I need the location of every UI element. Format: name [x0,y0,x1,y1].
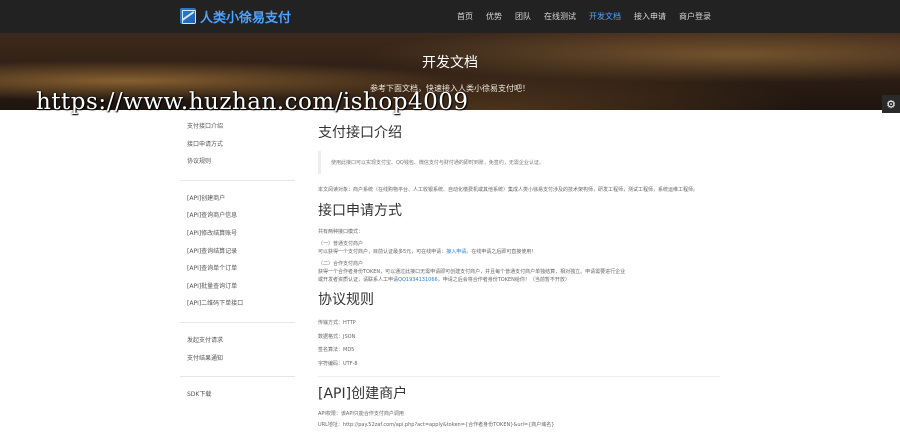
apply-link[interactable]: 接入申请 [446,249,466,255]
section-title-intro: 支付接口介绍 [318,125,402,141]
mode2-title: （二）合作支付商户 [318,261,364,267]
section-title-apply: 接口申请方式 [318,203,402,219]
nav-apply[interactable]: 接入申请 [634,11,666,22]
sidebar-item-pay-request[interactable]: 发起支付请求 [180,332,295,350]
intro-quote: 使用此接口可以实现支付宝、QQ钱包、微信支付与财付通的即时到账，免签约，无需企业… [318,151,723,174]
sidebar-item-api-query-settle[interactable]: [API]查询结算记录 [180,243,295,261]
nav-advantages[interactable]: 优势 [486,11,502,22]
mode1-text: 可以获得一个支付商户，目前认证最多5元，可在线申请：接入申请。在线申请之后即可直… [318,249,537,255]
sidebar-item-pay-notify[interactable]: 支付结果通知 [180,350,295,368]
nav-home[interactable]: 首页 [457,11,473,22]
sidebar-item-api-batch-orders[interactable]: [API]批量查询订单 [180,278,295,296]
protocol-rule: 签名算法：MD5 [318,347,355,353]
sidebar-item-apply-method[interactable]: 接口申请方式 [180,136,295,154]
protocol-rule: 传输方式：HTTP [318,320,356,326]
sidebar-divider [180,376,295,378]
nav-team[interactable]: 团队 [515,11,531,22]
sidebar-item-sdk[interactable]: SDK下载 [180,386,295,404]
main-nav: 首页 优势 团队 在线测试 开发文档 接入申请 商户登录 [457,0,724,33]
sidebar-item-api-create[interactable]: [API]创建商户 [180,190,295,208]
sidebar-item-intro[interactable]: 支付接口介绍 [180,118,295,136]
top-navbar: 人类小徐易支付 首页 优势 团队 在线测试 开发文档 接入申请 商户登录 [0,0,900,33]
mode1-title: （一）普通支付商户 [318,241,364,247]
gear-icon[interactable]: ⚙ [882,95,900,113]
nav-online-test[interactable]: 在线测试 [544,11,576,22]
sidebar-item-api-modify-account[interactable]: [API]修改结算账号 [180,225,295,243]
section-divider [318,376,720,377]
intro-paragraph: 本文阅读对象：商户系统（在线购物平台、人工收银系统、自动化缴费机或其他系统）集成… [318,187,699,193]
section-title-api-create: [API]创建商户 [318,386,408,402]
api-permission: API权限：该API只能合作支付商户调用 [318,411,404,417]
hero-banner: 开发文档 参考下面文档，快速接入人类小徐易支付吧！ https://www.hu… [0,33,900,115]
pay-logo-icon [180,8,196,24]
section-title-protocol: 协议规则 [318,292,374,308]
qq-link[interactable]: QQ1934131066 [398,277,438,283]
mode2-text-1: 获得一个合作者身份TOKEN，可以通过此接口无需申请即可创建支付商户，并且每个普… [318,269,626,275]
nav-merchant-login[interactable]: 商户登录 [679,11,711,22]
brand-name: 人类小徐易支付 [200,10,292,26]
sidebar-item-api-qrcode[interactable]: [API]二维码下单接口 [180,295,295,313]
sidebar-divider [180,179,295,181]
api-url: URL地址：http://pay.52zaf.com/api.php?act=a… [318,422,555,428]
sidebar-divider [180,321,295,323]
sidebar-item-protocol[interactable]: 协议规则 [180,153,295,171]
protocol-rule: 数据格式：JSON [318,333,356,340]
page-title: 开发文档 [422,55,478,71]
brand[interactable]: 人类小徐易支付 [180,7,292,26]
sidebar-item-api-query-order[interactable]: [API]查询单个订单 [180,260,295,278]
sidebar-item-api-query-merchant[interactable]: [API]查询商户信息 [180,207,295,225]
protocol-rule: 字符编码：UTF-8 [318,360,358,367]
docs-sidebar: 支付接口介绍 接口申请方式 协议规则 [API]创建商户 [API]查询商户信息… [180,118,295,404]
apply-intro: 共有两种接口模式： [318,229,364,235]
docs-content: 支付接口介绍 使用此接口可以实现支付宝、QQ钱包、微信支付与财付通的即时到账，免… [318,122,723,431]
watermark-text: https://www.huzhan.com/ishop4009 [36,89,469,115]
nav-dev-docs[interactable]: 开发文档 [589,11,621,22]
mode2-text-2: 或开发者资质认证，请联系人工申请QQ1934131066，申请之后会将合作者身份… [318,277,570,283]
